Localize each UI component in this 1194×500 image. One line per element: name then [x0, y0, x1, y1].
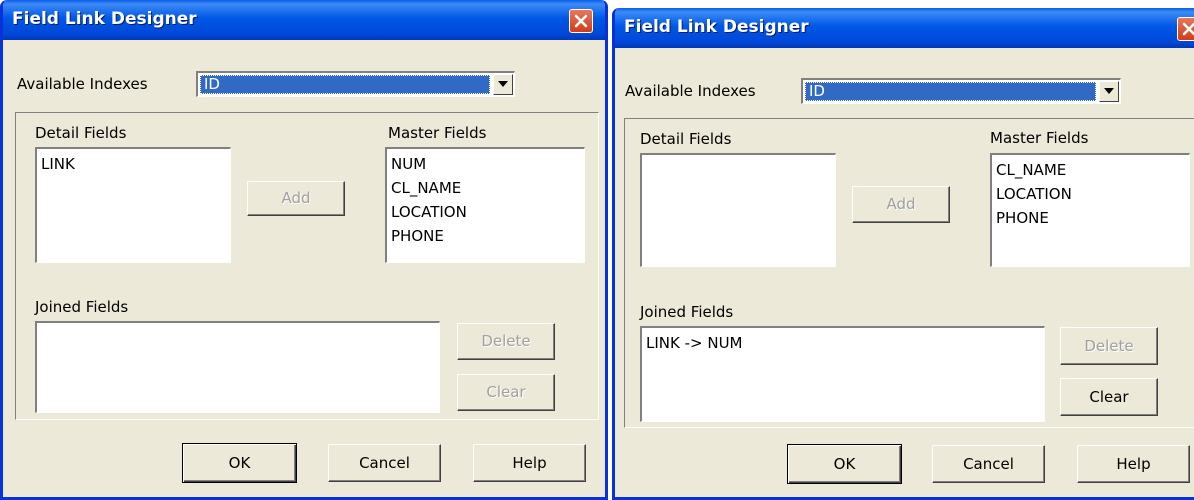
- window-title: Field Link Designer: [624, 17, 809, 37]
- clear-button[interactable]: Clear: [1060, 378, 1158, 416]
- available-indexes-dropdown[interactable]: ID: [801, 78, 1121, 104]
- delete-button-label: Delete: [481, 332, 531, 350]
- close-button[interactable]: [1177, 17, 1194, 41]
- dropdown-button[interactable]: [493, 74, 513, 95]
- dialog-body: Available Indexes ID Detail Fields Add M…: [615, 48, 1194, 497]
- add-button-label: Add: [886, 195, 916, 213]
- ok-button-label: OK: [833, 455, 856, 473]
- help-button-label: Help: [512, 454, 547, 472]
- cancel-button-label: Cancel: [359, 454, 410, 472]
- joined-fields-list[interactable]: LINK -> NUM: [640, 326, 1045, 422]
- detail-fields-list[interactable]: LINK: [35, 147, 231, 263]
- delete-button[interactable]: Delete: [457, 323, 555, 360]
- clear-button-label: Clear: [1089, 388, 1129, 406]
- available-indexes-label: Available Indexes: [17, 75, 148, 93]
- joined-fields-list[interactable]: [35, 321, 440, 413]
- chevron-down-icon: [1104, 88, 1114, 94]
- field-link-designer-dialog-2: Field Link Designer Available Indexes ID…: [612, 8, 1194, 500]
- clear-button-label: Clear: [486, 383, 526, 401]
- add-button[interactable]: Add: [852, 186, 950, 223]
- cancel-button[interactable]: Cancel: [328, 444, 441, 482]
- dropdown-button[interactable]: [1099, 81, 1119, 102]
- list-item[interactable]: LINK -> NUM: [646, 331, 1040, 355]
- master-fields-list[interactable]: CL_NAME LOCATION PHONE: [990, 153, 1190, 267]
- clear-button[interactable]: Clear: [457, 374, 555, 411]
- add-button[interactable]: Add: [247, 181, 345, 216]
- list-item[interactable]: LOCATION: [996, 182, 1185, 206]
- available-indexes-dropdown[interactable]: ID: [196, 71, 515, 97]
- detail-fields-label: Detail Fields: [35, 124, 127, 142]
- close-icon: [1182, 22, 1194, 36]
- list-item[interactable]: PHONE: [391, 224, 580, 248]
- master-fields-list[interactable]: NUM CL_NAME LOCATION PHONE: [385, 147, 585, 263]
- list-item[interactable]: PHONE: [996, 206, 1185, 230]
- add-button-label: Add: [281, 189, 311, 207]
- list-item[interactable]: LINK: [41, 152, 226, 176]
- detail-fields-list[interactable]: [640, 153, 836, 267]
- list-item[interactable]: CL_NAME: [996, 158, 1185, 182]
- joined-fields-label: Joined Fields: [35, 298, 129, 316]
- detail-fields-label: Detail Fields: [640, 130, 732, 148]
- master-fields-label: Master Fields: [388, 124, 487, 142]
- field-link-designer-dialog-1: Field Link Designer Available Indexes ID…: [0, 0, 608, 500]
- help-button[interactable]: Help: [1077, 445, 1190, 483]
- ok-button-label: OK: [228, 454, 251, 472]
- delete-button[interactable]: Delete: [1060, 327, 1158, 365]
- available-indexes-value: ID: [200, 75, 490, 94]
- delete-button-label: Delete: [1084, 337, 1134, 355]
- title-bar[interactable]: Field Link Designer: [3, 0, 605, 40]
- help-button-label: Help: [1116, 455, 1151, 473]
- ok-button[interactable]: OK: [787, 444, 902, 484]
- joined-fields-label: Joined Fields: [640, 303, 734, 321]
- cancel-button-label: Cancel: [963, 455, 1014, 473]
- dialog-body: Available Indexes ID Detail Fields LINK …: [3, 40, 605, 497]
- available-indexes-value: ID: [805, 82, 1096, 101]
- master-fields-label: Master Fields: [990, 129, 1089, 147]
- help-button[interactable]: Help: [473, 444, 586, 482]
- ok-button[interactable]: OK: [182, 443, 297, 483]
- available-indexes-label: Available Indexes: [625, 82, 756, 100]
- close-icon: [574, 14, 588, 28]
- title-bar[interactable]: Field Link Designer: [615, 8, 1194, 48]
- cancel-button[interactable]: Cancel: [932, 445, 1045, 483]
- list-item[interactable]: CL_NAME: [391, 176, 580, 200]
- close-button[interactable]: [569, 9, 593, 33]
- list-item[interactable]: NUM: [391, 152, 580, 176]
- list-item[interactable]: LOCATION: [391, 200, 580, 224]
- chevron-down-icon: [498, 81, 508, 87]
- window-title: Field Link Designer: [12, 9, 197, 29]
